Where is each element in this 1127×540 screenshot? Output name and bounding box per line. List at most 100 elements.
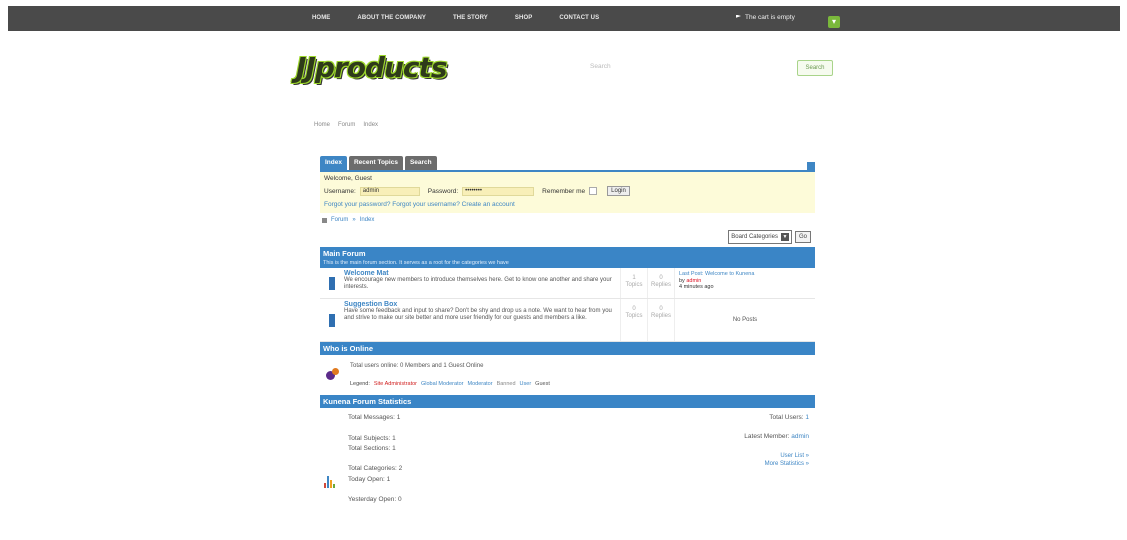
topics-count: 1 Topics bbox=[620, 268, 647, 298]
latest-member-label: Latest Member: bbox=[744, 433, 790, 440]
remember-checkbox[interactable] bbox=[589, 187, 598, 195]
nav-contact[interactable]: CONTACT US bbox=[559, 15, 599, 21]
forum-crumb-index[interactable]: Index bbox=[360, 217, 375, 223]
tab-corner bbox=[807, 162, 815, 172]
nav-about[interactable]: ABOUT THE COMPANY bbox=[357, 15, 426, 21]
replies-label: Replies bbox=[650, 313, 671, 319]
total-subjects: Total Subjects: 1 bbox=[348, 435, 396, 442]
category-row: Suggestion Box Have some feedback and in… bbox=[320, 299, 815, 342]
yesterday-open: Yesterday Open: 0 bbox=[348, 496, 402, 503]
topics-label: Topics bbox=[625, 282, 643, 288]
main-menu: HOME ABOUT THE COMPANY THE STORY SHOP CO… bbox=[312, 15, 626, 21]
topics-value: 1 bbox=[632, 275, 636, 281]
total-users-value[interactable]: 1 bbox=[805, 414, 809, 421]
forum-breadcrumb: Forum » Index bbox=[320, 213, 815, 227]
legend-global-moderator: Global Moderator bbox=[421, 381, 464, 387]
search-button[interactable]: Search bbox=[797, 60, 833, 76]
category-select[interactable]: Board Categories ▼ bbox=[728, 230, 792, 244]
legend-guest: Guest bbox=[535, 381, 550, 387]
legend-user: User bbox=[519, 381, 532, 387]
online-summary: Total users online: 0 Members and 1 Gues… bbox=[350, 363, 484, 369]
last-post-author[interactable]: admin bbox=[686, 278, 701, 284]
category-tools: Board Categories ▼ Go bbox=[320, 227, 815, 247]
breadcrumb-home[interactable]: Home bbox=[314, 122, 330, 128]
last-post-time: 4 minutes ago bbox=[679, 284, 714, 290]
legend-label: Legend: bbox=[350, 381, 370, 387]
legend-site-admin: Site Administrator bbox=[373, 381, 417, 387]
latest-member: Latest Member: admin bbox=[744, 433, 809, 440]
topics-value: 0 bbox=[632, 306, 636, 312]
cart-status[interactable]: The cart is empty bbox=[736, 14, 795, 21]
password-field[interactable]: •••••••• bbox=[462, 186, 535, 196]
login-panel: Welcome, Guest Username: admin Password:… bbox=[320, 172, 815, 213]
main-forum-header[interactable]: Main Forum bbox=[320, 247, 815, 260]
nav-story[interactable]: THE STORY bbox=[453, 15, 488, 21]
forum-tabs: Index Recent Topics Search bbox=[320, 156, 815, 172]
statistics-chart-icon bbox=[324, 476, 335, 488]
total-users: Total Users: 1 bbox=[769, 414, 809, 421]
last-post: Last Post: Welcome to Kunena by admin 4 … bbox=[674, 268, 815, 298]
category-description: We encourage new members to introduce th… bbox=[344, 277, 612, 290]
cart-text: The cart is empty bbox=[745, 14, 795, 21]
username-label: Username: bbox=[324, 187, 356, 195]
total-sections: Total Sections: 1 bbox=[348, 445, 396, 452]
replies-count: 0 Replies bbox=[647, 299, 674, 341]
user-list-link[interactable]: User List » bbox=[780, 453, 809, 459]
legend-banned: Banned bbox=[496, 381, 516, 387]
search-input[interactable]: Search bbox=[590, 63, 611, 70]
total-users-label: Total Users: bbox=[769, 414, 804, 421]
breadcrumb-forum[interactable]: Forum bbox=[338, 122, 355, 128]
welcome-text: Welcome, Guest bbox=[324, 175, 372, 182]
cart-icon[interactable]: ▾ bbox=[828, 16, 840, 28]
login-button[interactable]: Login bbox=[607, 186, 630, 196]
users-icon bbox=[326, 368, 340, 380]
forum-container: Index Recent Topics Search Welcome, Gues… bbox=[320, 156, 815, 540]
legend-moderator: Moderator bbox=[467, 381, 493, 387]
category-icon bbox=[320, 268, 344, 298]
replies-count: 0 Replies bbox=[647, 268, 674, 298]
square-icon bbox=[322, 217, 327, 223]
tab-index[interactable]: Index bbox=[320, 156, 347, 170]
no-posts: No Posts bbox=[674, 299, 815, 341]
online-legend: Legend: Site Administrator Global Modera… bbox=[350, 381, 550, 387]
top-navigation-bar: HOME ABOUT THE COMPANY THE STORY SHOP CO… bbox=[8, 6, 1120, 31]
statistics-panel: Total Messages: 1 Total Subjects: 1 Tota… bbox=[320, 408, 815, 508]
who-is-online-panel: Total users online: 0 Members and 1 Gues… bbox=[320, 355, 815, 395]
category-title[interactable]: Welcome Mat bbox=[344, 270, 620, 277]
category-title[interactable]: Suggestion Box bbox=[344, 301, 620, 308]
replies-label: Replies bbox=[650, 282, 671, 288]
total-messages: Total Messages: 1 bbox=[348, 414, 401, 421]
statistics-header[interactable]: Kunena Forum Statistics bbox=[320, 395, 815, 408]
category-description: Have some feedback and input to share? D… bbox=[344, 308, 612, 321]
category-select-value: Board Categories bbox=[731, 234, 778, 240]
replies-value: 0 bbox=[659, 306, 663, 312]
username-field[interactable]: admin bbox=[359, 186, 420, 196]
topics-label: Topics bbox=[625, 313, 643, 319]
breadcrumb-current: Index bbox=[363, 122, 379, 128]
tab-recent-topics[interactable]: Recent Topics bbox=[348, 156, 403, 170]
nav-shop[interactable]: SHOP bbox=[515, 15, 532, 21]
site-logo[interactable]: JJproducts bbox=[296, 51, 448, 84]
chevron-down-icon: ▼ bbox=[780, 233, 789, 241]
nav-home[interactable]: HOME bbox=[312, 15, 330, 21]
forum-crumb-sep: » bbox=[352, 217, 356, 223]
latest-member-link[interactable]: admin bbox=[791, 433, 809, 440]
remember-label: Remember me bbox=[542, 187, 586, 195]
category-row: Welcome Mat We encourage new members to … bbox=[320, 268, 815, 299]
account-links[interactable]: Forgot your password? Forgot your userna… bbox=[324, 201, 515, 208]
flag-icon bbox=[736, 14, 741, 18]
main-forum-subtitle: This is the main forum section. It serve… bbox=[320, 260, 815, 268]
replies-value: 0 bbox=[659, 275, 663, 281]
forum-crumb-forum[interactable]: Forum bbox=[331, 217, 348, 223]
more-statistics-link[interactable]: More Statistics » bbox=[765, 461, 809, 467]
who-is-online-header[interactable]: Who is Online bbox=[320, 342, 815, 355]
category-icon bbox=[320, 299, 344, 341]
breadcrumb: Home Forum Index bbox=[314, 122, 378, 128]
password-label: Password: bbox=[427, 187, 459, 195]
tab-search[interactable]: Search bbox=[404, 156, 437, 170]
go-button[interactable]: Go bbox=[794, 231, 811, 243]
last-post-by-prefix: by bbox=[679, 277, 685, 284]
topics-count: 0 Topics bbox=[620, 299, 647, 341]
today-open: Today Open: 1 bbox=[348, 476, 391, 483]
total-categories: Total Categories: 2 bbox=[348, 465, 403, 472]
